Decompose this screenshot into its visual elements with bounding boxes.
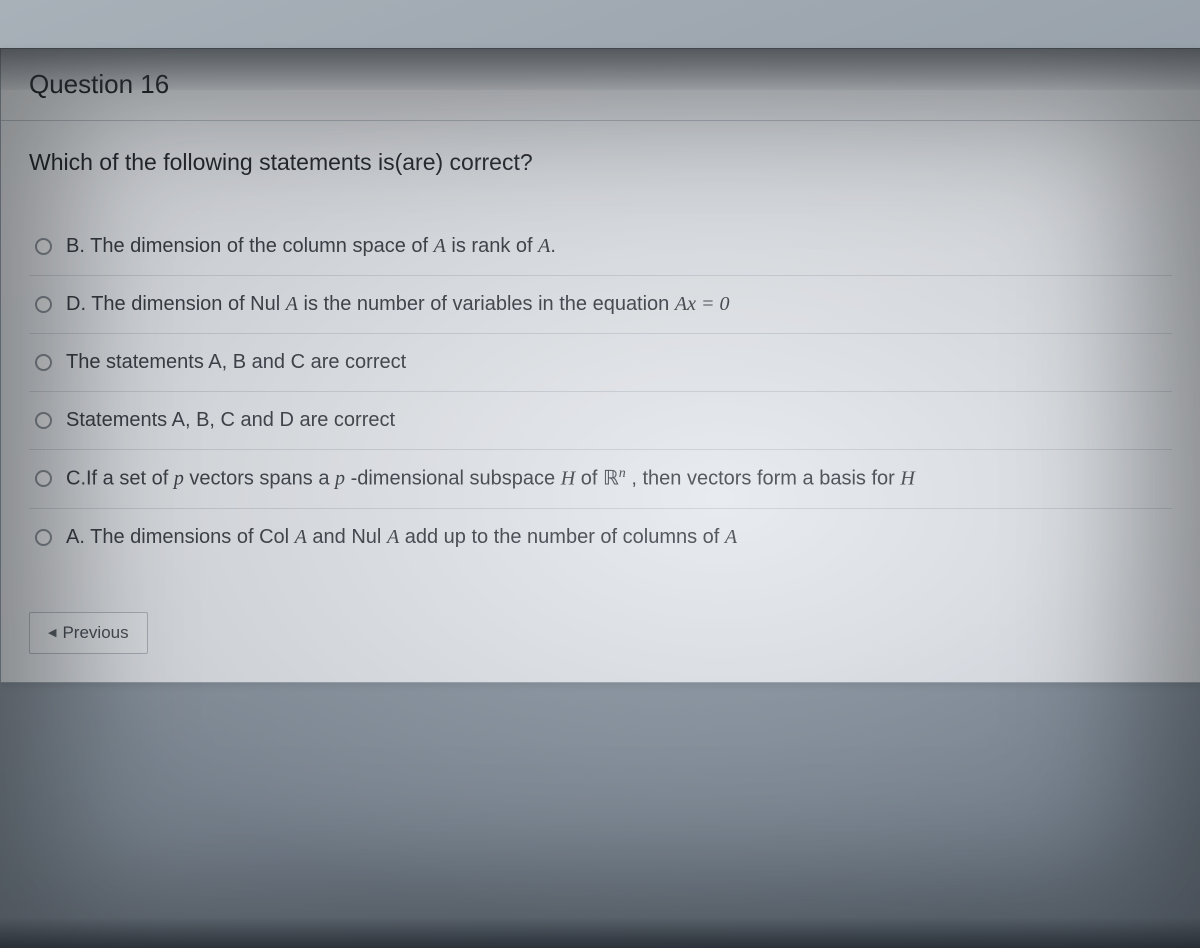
question-title: Question 16 (29, 69, 169, 99)
option-text: B. The dimension of the column space of … (66, 232, 1166, 261)
previous-label: Previous (62, 623, 128, 643)
option-c[interactable]: C.If a set of p vectors spans a p -dimen… (29, 450, 1172, 509)
radio-icon[interactable] (35, 354, 52, 371)
question-body: Which of the following statements is(are… (1, 121, 1200, 586)
option-text: A. The dimensions of Col A and Nul A add… (66, 523, 1166, 552)
radio-icon[interactable] (35, 296, 52, 313)
option-text: D. The dimension of Nul A is the number … (66, 290, 1166, 319)
radio-icon[interactable] (35, 529, 52, 546)
option-b[interactable]: B. The dimension of the column space of … (29, 218, 1172, 276)
option-text: The statements A, B and C are correct (66, 348, 1166, 377)
screen-bottom-shadow (0, 918, 1200, 948)
option-text: C.If a set of p vectors spans a p -dimen… (66, 464, 1166, 494)
option-abc-correct[interactable]: The statements A, B and C are correct (29, 334, 1172, 392)
radio-icon[interactable] (35, 412, 52, 429)
option-abcd-correct[interactable]: Statements A, B, C and D are correct (29, 392, 1172, 450)
previous-button[interactable]: ◀ Previous (29, 612, 148, 654)
radio-icon[interactable] (35, 470, 52, 487)
option-a[interactable]: A. The dimensions of Col A and Nul A add… (29, 509, 1172, 566)
question-header: Question 16 (1, 49, 1200, 121)
options-list: B. The dimension of the column space of … (29, 218, 1172, 566)
question-footer: ◀ Previous (1, 586, 1200, 682)
option-d[interactable]: D. The dimension of Nul A is the number … (29, 276, 1172, 334)
chevron-left-icon: ◀ (48, 626, 56, 639)
question-prompt: Which of the following statements is(are… (29, 149, 1172, 176)
option-text: Statements A, B, C and D are correct (66, 406, 1166, 435)
question-card: Question 16 Which of the following state… (0, 48, 1200, 683)
radio-icon[interactable] (35, 238, 52, 255)
